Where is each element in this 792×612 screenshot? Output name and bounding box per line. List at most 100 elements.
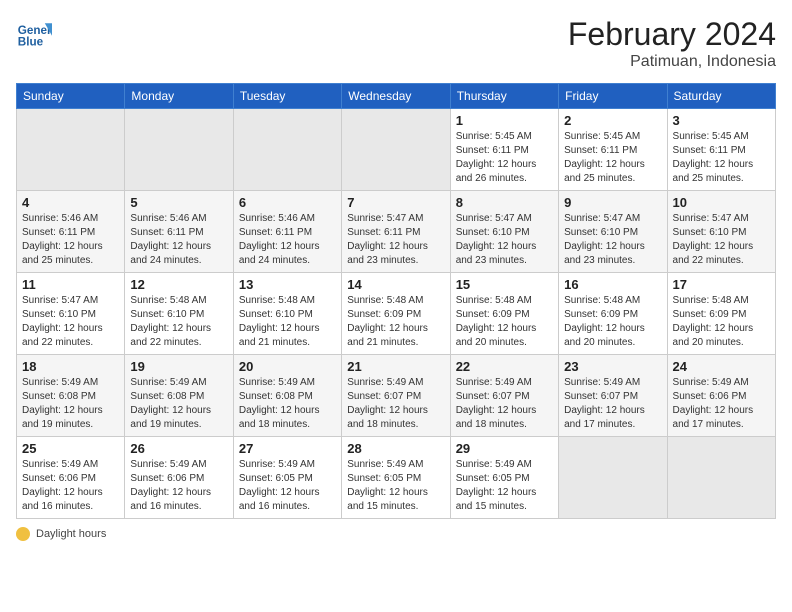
day-info: Sunrise: 5:45 AM Sunset: 6:11 PM Dayligh… bbox=[673, 130, 770, 186]
day-info: Sunrise: 5:49 AM Sunset: 6:08 PM Dayligh… bbox=[22, 376, 119, 432]
day-number: 25 bbox=[22, 441, 119, 456]
calendar-cell: 9 Sunrise: 5:47 AM Sunset: 6:10 PM Daylig… bbox=[559, 191, 667, 273]
column-header-tuesday: Tuesday bbox=[233, 84, 341, 109]
calendar-week-row: 18 Sunrise: 5:49 AM Sunset: 6:08 PM Dayli… bbox=[17, 355, 776, 437]
logo-icon: General Blue bbox=[16, 16, 52, 52]
day-number: 5 bbox=[130, 195, 227, 210]
calendar-week-row: 1 Sunrise: 5:45 AM Sunset: 6:11 PM Daylig… bbox=[17, 109, 776, 191]
column-header-saturday: Saturday bbox=[667, 84, 775, 109]
column-header-sunday: Sunday bbox=[17, 84, 125, 109]
calendar-cell: 10 Sunrise: 5:47 AM Sunset: 6:10 PM Dayli… bbox=[667, 191, 775, 273]
calendar-cell: 25 Sunrise: 5:49 AM Sunset: 6:06 PM Dayli… bbox=[17, 437, 125, 519]
footer: Daylight hours bbox=[16, 527, 776, 541]
day-number: 11 bbox=[22, 277, 119, 292]
day-number: 26 bbox=[130, 441, 227, 456]
day-number: 21 bbox=[347, 359, 444, 374]
day-info: Sunrise: 5:49 AM Sunset: 6:08 PM Dayligh… bbox=[239, 376, 336, 432]
calendar-cell bbox=[559, 437, 667, 519]
day-number: 4 bbox=[22, 195, 119, 210]
day-number: 20 bbox=[239, 359, 336, 374]
day-number: 17 bbox=[673, 277, 770, 292]
day-info: Sunrise: 5:49 AM Sunset: 6:06 PM Dayligh… bbox=[673, 376, 770, 432]
calendar-header-row: SundayMondayTuesdayWednesdayThursdayFrid… bbox=[17, 84, 776, 109]
calendar-week-row: 4 Sunrise: 5:46 AM Sunset: 6:11 PM Daylig… bbox=[17, 191, 776, 273]
day-info: Sunrise: 5:49 AM Sunset: 6:07 PM Dayligh… bbox=[456, 376, 553, 432]
column-header-monday: Monday bbox=[125, 84, 233, 109]
day-number: 2 bbox=[564, 113, 661, 128]
day-info: Sunrise: 5:47 AM Sunset: 6:10 PM Dayligh… bbox=[456, 212, 553, 268]
day-info: Sunrise: 5:47 AM Sunset: 6:10 PM Dayligh… bbox=[22, 294, 119, 350]
calendar-cell: 1 Sunrise: 5:45 AM Sunset: 6:11 PM Daylig… bbox=[450, 109, 558, 191]
day-info: Sunrise: 5:49 AM Sunset: 6:05 PM Dayligh… bbox=[347, 458, 444, 514]
column-header-friday: Friday bbox=[559, 84, 667, 109]
calendar-cell bbox=[667, 437, 775, 519]
calendar-cell: 15 Sunrise: 5:48 AM Sunset: 6:09 PM Dayli… bbox=[450, 273, 558, 355]
day-info: Sunrise: 5:49 AM Sunset: 6:06 PM Dayligh… bbox=[22, 458, 119, 514]
day-number: 10 bbox=[673, 195, 770, 210]
day-number: 7 bbox=[347, 195, 444, 210]
calendar-cell bbox=[342, 109, 450, 191]
day-info: Sunrise: 5:47 AM Sunset: 6:10 PM Dayligh… bbox=[564, 212, 661, 268]
calendar-cell: 22 Sunrise: 5:49 AM Sunset: 6:07 PM Dayli… bbox=[450, 355, 558, 437]
day-number: 3 bbox=[673, 113, 770, 128]
day-number: 13 bbox=[239, 277, 336, 292]
calendar-cell: 6 Sunrise: 5:46 AM Sunset: 6:11 PM Daylig… bbox=[233, 191, 341, 273]
day-number: 22 bbox=[456, 359, 553, 374]
day-info: Sunrise: 5:45 AM Sunset: 6:11 PM Dayligh… bbox=[456, 130, 553, 186]
calendar-cell: 24 Sunrise: 5:49 AM Sunset: 6:06 PM Dayli… bbox=[667, 355, 775, 437]
day-number: 24 bbox=[673, 359, 770, 374]
svg-text:Blue: Blue bbox=[18, 36, 44, 49]
day-number: 1 bbox=[456, 113, 553, 128]
day-info: Sunrise: 5:48 AM Sunset: 6:09 PM Dayligh… bbox=[456, 294, 553, 350]
day-info: Sunrise: 5:48 AM Sunset: 6:09 PM Dayligh… bbox=[564, 294, 661, 350]
calendar-cell: 18 Sunrise: 5:49 AM Sunset: 6:08 PM Dayli… bbox=[17, 355, 125, 437]
logo: General Blue bbox=[16, 16, 52, 52]
calendar-cell: 5 Sunrise: 5:46 AM Sunset: 6:11 PM Daylig… bbox=[125, 191, 233, 273]
day-number: 15 bbox=[456, 277, 553, 292]
footer-note: Daylight hours bbox=[36, 528, 106, 540]
calendar-cell: 7Sunrise: 5:47 AM Sunset: 6:11 PM Daylig… bbox=[342, 191, 450, 273]
day-info: Sunrise: 5:49 AM Sunset: 6:05 PM Dayligh… bbox=[456, 458, 553, 514]
calendar-cell bbox=[233, 109, 341, 191]
day-info: Sunrise: 5:48 AM Sunset: 6:09 PM Dayligh… bbox=[347, 294, 444, 350]
day-info: Sunrise: 5:47 AM Sunset: 6:10 PM Dayligh… bbox=[673, 212, 770, 268]
day-info: Sunrise: 5:48 AM Sunset: 6:10 PM Dayligh… bbox=[239, 294, 336, 350]
page-header: General Blue February 2024 Patimuan, Ind… bbox=[16, 16, 776, 71]
title-block: February 2024 Patimuan, Indonesia bbox=[568, 16, 776, 71]
calendar-week-row: 25 Sunrise: 5:49 AM Sunset: 6:06 PM Dayli… bbox=[17, 437, 776, 519]
day-number: 16 bbox=[564, 277, 661, 292]
day-info: Sunrise: 5:46 AM Sunset: 6:11 PM Dayligh… bbox=[239, 212, 336, 268]
calendar-cell: 28 Sunrise: 5:49 AM Sunset: 6:05 PM Dayli… bbox=[342, 437, 450, 519]
calendar-cell: 12Sunrise: 5:48 AM Sunset: 6:10 PM Dayli… bbox=[125, 273, 233, 355]
day-info: Sunrise: 5:48 AM Sunset: 6:09 PM Dayligh… bbox=[673, 294, 770, 350]
day-number: 18 bbox=[22, 359, 119, 374]
day-info: Sunrise: 5:46 AM Sunset: 6:11 PM Dayligh… bbox=[130, 212, 227, 268]
day-info: Sunrise: 5:48 AM Sunset: 6:10 PM Dayligh… bbox=[130, 294, 227, 350]
calendar-cell: 19Sunrise: 5:49 AM Sunset: 6:08 PM Dayli… bbox=[125, 355, 233, 437]
day-number: 23 bbox=[564, 359, 661, 374]
day-info: Sunrise: 5:46 AM Sunset: 6:11 PM Dayligh… bbox=[22, 212, 119, 268]
day-number: 6 bbox=[239, 195, 336, 210]
calendar-cell: 2Sunrise: 5:45 AM Sunset: 6:11 PM Daylig… bbox=[559, 109, 667, 191]
page-subtitle: Patimuan, Indonesia bbox=[568, 53, 776, 71]
column-header-wednesday: Wednesday bbox=[342, 84, 450, 109]
day-info: Sunrise: 5:49 AM Sunset: 6:07 PM Dayligh… bbox=[347, 376, 444, 432]
day-number: 29 bbox=[456, 441, 553, 456]
calendar-cell: 14 Sunrise: 5:48 AM Sunset: 6:09 PM Dayli… bbox=[342, 273, 450, 355]
calendar-cell: 11 Sunrise: 5:47 AM Sunset: 6:10 PM Dayli… bbox=[17, 273, 125, 355]
calendar-cell bbox=[17, 109, 125, 191]
calendar-cell bbox=[125, 109, 233, 191]
calendar-table: SundayMondayTuesdayWednesdayThursdayFrid… bbox=[16, 83, 776, 519]
calendar-week-row: 11 Sunrise: 5:47 AM Sunset: 6:10 PM Dayli… bbox=[17, 273, 776, 355]
day-info: Sunrise: 5:49 AM Sunset: 6:07 PM Dayligh… bbox=[564, 376, 661, 432]
day-number: 9 bbox=[564, 195, 661, 210]
calendar-cell: 29 Sunrise: 5:49 AM Sunset: 6:05 PM Dayli… bbox=[450, 437, 558, 519]
calendar-cell: 21 Sunrise: 5:49 AM Sunset: 6:07 PM Dayli… bbox=[342, 355, 450, 437]
day-number: 28 bbox=[347, 441, 444, 456]
calendar-cell: 23 Sunrise: 5:49 AM Sunset: 6:07 PM Dayli… bbox=[559, 355, 667, 437]
calendar-cell: 8Sunrise: 5:47 AM Sunset: 6:10 PM Daylig… bbox=[450, 191, 558, 273]
calendar-cell: 3 Sunrise: 5:45 AM Sunset: 6:11 PM Daylig… bbox=[667, 109, 775, 191]
day-info: Sunrise: 5:49 AM Sunset: 6:08 PM Dayligh… bbox=[130, 376, 227, 432]
day-number: 14 bbox=[347, 277, 444, 292]
calendar-cell: 26Sunrise: 5:49 AM Sunset: 6:06 PM Dayli… bbox=[125, 437, 233, 519]
